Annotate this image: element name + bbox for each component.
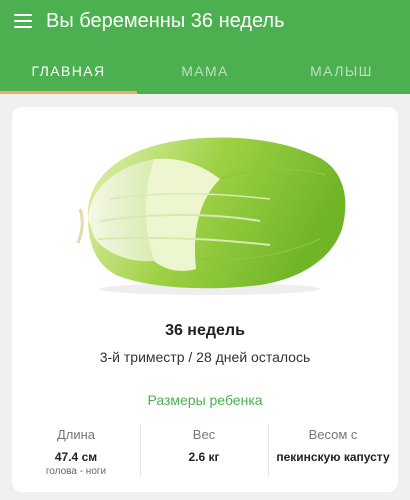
stat-weight: Вес 2.6 кг <box>140 423 268 481</box>
stat-length-note: голова - ноги <box>45 466 107 477</box>
stat-compare-value: пекинскую капусту <box>276 450 390 464</box>
week-card: 36 недель 3-й триместр / 28 дней осталос… <box>12 107 398 492</box>
baby-stats: Длина 47.4 см голова - ноги Вес 2.6 кг В… <box>12 423 398 481</box>
stat-compare: Весом с пекинскую капусту <box>268 423 398 481</box>
tab-indicator <box>0 91 137 94</box>
menu-icon[interactable] <box>13 10 35 32</box>
week-count: 36 недель <box>165 322 245 339</box>
page-title: Вы беременны 36 недель <box>46 10 285 32</box>
stat-weight-label: Вес <box>192 427 216 442</box>
baby-sizes-heading: Размеры ребенка <box>147 392 263 408</box>
stat-compare-label: Весом с <box>308 427 358 442</box>
stat-length-label: Длина <box>56 427 96 442</box>
stat-length: Длина 47.4 см голова - ноги <box>12 423 140 481</box>
tab-main[interactable]: ГЛАВНАЯ <box>0 58 137 94</box>
tab-baby[interactable]: МАЛЫШ <box>273 58 410 94</box>
tab-bar: ГЛАВНАЯ МАМА МАЛЫШ <box>0 58 410 94</box>
tab-mom[interactable]: МАМА <box>137 58 273 94</box>
stat-length-value: 47.4 см <box>54 450 98 464</box>
stat-weight-value: 2.6 кг <box>188 450 220 464</box>
trimester-info: 3-й триместр / 28 дней осталось <box>99 349 311 365</box>
app-bar: Вы беременны 36 недель ГЛАВНАЯ МАМА МАЛЫ… <box>0 0 410 94</box>
napa-cabbage-image <box>76 137 346 295</box>
